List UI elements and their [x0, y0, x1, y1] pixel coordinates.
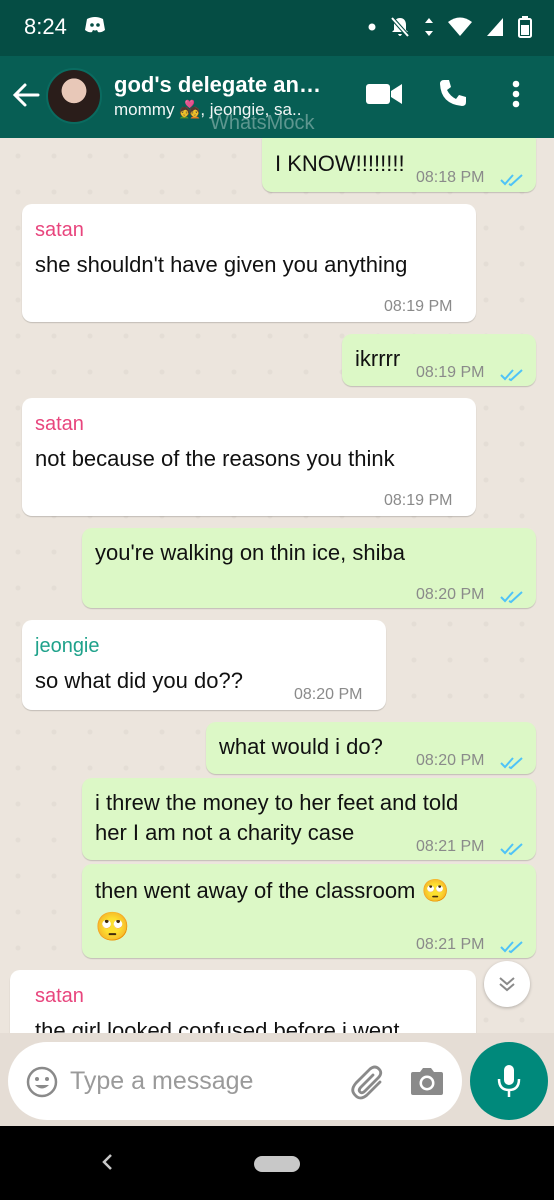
- message-time: 08:21 PM: [416, 936, 485, 953]
- voice-record-button[interactable]: [470, 1042, 548, 1120]
- chevron-down-icon: [498, 976, 516, 997]
- nav-home-pill[interactable]: [254, 1156, 300, 1172]
- message-text: so what did you do??: [35, 668, 243, 693]
- discord-icon: [84, 16, 106, 34]
- wifi-icon: [448, 17, 472, 37]
- dot-icon: [368, 23, 376, 31]
- message-text-line-2: her I am not a charity case: [95, 820, 355, 845]
- message-text-line-1: i threw the money to her feet and told: [95, 790, 459, 815]
- back-arrow-icon[interactable]: [12, 82, 40, 113]
- signal-icon: [486, 17, 504, 37]
- double-check-icon: [500, 582, 524, 611]
- message-time: 08:20 PM: [416, 752, 485, 769]
- message-time: 08:20 PM: [416, 586, 485, 603]
- message-text: you're walking on thin ice, shiba: [95, 540, 405, 565]
- double-check-icon: [500, 165, 524, 194]
- system-nav-bar: [0, 1126, 554, 1200]
- message-text: not because of the reasons you think: [35, 446, 395, 471]
- outgoing-message[interactable]: you're walking on thin ice, shiba 08:20 …: [82, 528, 536, 608]
- message-text: I KNOW!!!!!!!!: [275, 151, 405, 176]
- message-text-line-1: then went away of the classroom 🙄: [95, 878, 449, 903]
- scroll-to-bottom-button[interactable]: [484, 961, 530, 1007]
- sender-name: satan: [35, 219, 84, 241]
- incoming-message[interactable]: satan the girl looked confused before i …: [10, 970, 476, 1033]
- data-arrows-icon: [424, 17, 434, 37]
- double-check-icon: [500, 748, 524, 777]
- message-time: 08:18 PM: [416, 169, 485, 186]
- status-icons: [368, 16, 532, 38]
- sender-name: satan: [35, 985, 84, 1007]
- sender-name: satan: [35, 413, 84, 435]
- double-check-icon: [500, 932, 524, 961]
- do-not-disturb-icon: [390, 16, 410, 38]
- message-time: 08:19 PM: [384, 298, 453, 315]
- chat-header: god's delegate an… mommy 💑, jeongie, sa.…: [0, 56, 554, 138]
- message-text: what would i do?: [219, 734, 383, 759]
- message-time: 08:20 PM: [294, 686, 363, 703]
- outgoing-message[interactable]: then went away of the classroom 🙄 🙄 08:2…: [82, 864, 536, 958]
- message-input[interactable]: [68, 1062, 332, 1100]
- video-call-icon[interactable]: [366, 82, 402, 111]
- message-text-line-2: 🙄: [95, 911, 130, 942]
- battery-icon: [518, 16, 532, 38]
- message-text: she shouldn't have given you anything: [35, 252, 408, 277]
- incoming-message[interactable]: satan she shouldn't have given you anyth…: [22, 204, 476, 322]
- message-text: ikrrrr: [355, 346, 401, 371]
- nav-back-icon[interactable]: [100, 1152, 114, 1177]
- sender-name: jeongie: [35, 635, 100, 657]
- chat-title[interactable]: god's delegate an…: [114, 72, 321, 98]
- double-check-icon: [500, 360, 524, 389]
- double-check-icon: [500, 834, 524, 863]
- message-time: 08:19 PM: [384, 492, 453, 509]
- attach-icon[interactable]: [350, 1064, 386, 1105]
- outgoing-message[interactable]: what would i do? 08:20 PM: [206, 722, 536, 774]
- status-bar: 8:24: [0, 0, 554, 56]
- watermark: WhatsMock: [210, 112, 315, 134]
- group-avatar[interactable]: [46, 68, 102, 124]
- message-list[interactable]: I KNOW!!!!!!!! 08:18 PM satan she should…: [0, 138, 554, 1033]
- outgoing-message[interactable]: I KNOW!!!!!!!! 08:18 PM: [262, 138, 536, 192]
- message-composer: [8, 1042, 462, 1120]
- message-text: the girl looked confused before i went: [35, 1018, 400, 1033]
- phone-icon[interactable]: [438, 78, 468, 113]
- incoming-message[interactable]: satan not because of the reasons you thi…: [22, 398, 476, 516]
- status-time: 8:24: [24, 14, 67, 39]
- more-vert-icon[interactable]: [512, 80, 520, 113]
- outgoing-message[interactable]: ikrrrr 08:19 PM: [342, 334, 536, 386]
- camera-icon[interactable]: [410, 1066, 444, 1101]
- message-time: 08:19 PM: [416, 364, 485, 381]
- incoming-message[interactable]: jeongie so what did you do?? 08:20 PM: [22, 620, 386, 710]
- message-time: 08:21 PM: [416, 838, 485, 855]
- emoji-icon[interactable]: [26, 1066, 58, 1103]
- outgoing-message[interactable]: i threw the money to her feet and told h…: [82, 778, 536, 860]
